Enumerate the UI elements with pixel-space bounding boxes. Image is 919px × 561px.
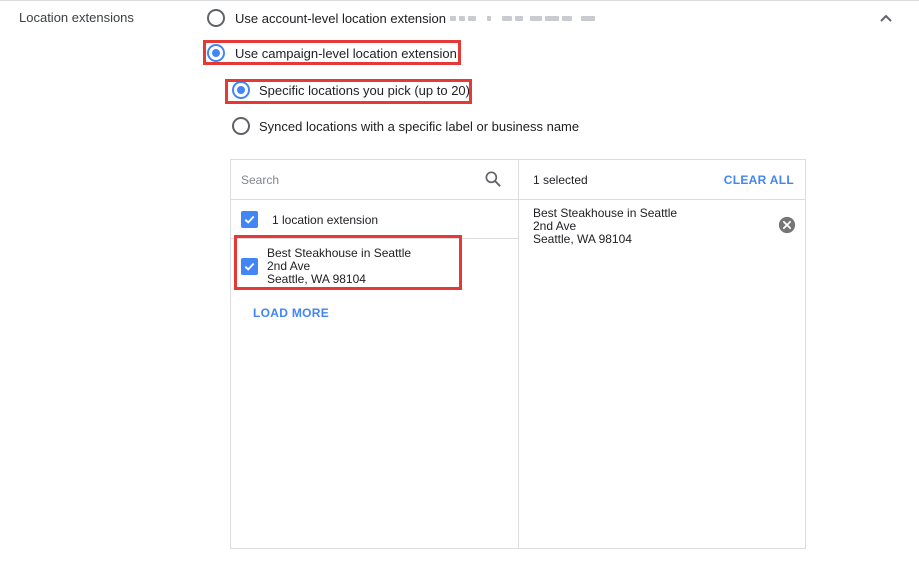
selected-location-city: Seattle, WA 98104 xyxy=(533,232,632,246)
account-level-label: Use account-level location extension xyxy=(235,10,447,26)
group-label: 1 location extension xyxy=(272,212,379,227)
chevron-up-icon xyxy=(880,14,892,22)
location-city: Seattle, WA 98104 xyxy=(267,271,366,286)
specific-locations-label: Specific locations you pick (up to 20) xyxy=(259,82,470,98)
selected-header: 1 selected CLEAR ALL xyxy=(519,160,805,200)
top-divider xyxy=(0,0,919,1)
campaign-level-option[interactable]: Use campaign-level location extension xyxy=(207,44,457,62)
radio-checked-icon[interactable] xyxy=(207,44,225,62)
radio-unchecked-icon[interactable] xyxy=(232,117,250,135)
remove-circle-icon[interactable] xyxy=(778,216,796,234)
search-input[interactable] xyxy=(241,170,471,190)
synced-locations-option[interactable]: Synced locations with a specific label o… xyxy=(232,117,579,135)
selected-location-item: Best Steakhouse in Seattle 2nd Ave Seatt… xyxy=(533,207,793,246)
search-bar xyxy=(231,160,518,200)
redacted-account-id xyxy=(450,15,596,21)
checkbox-checked-icon[interactable] xyxy=(241,211,258,228)
selected-count: 1 selected xyxy=(533,173,588,187)
search-icon[interactable] xyxy=(483,169,503,189)
location-address: Best Steakhouse in Seattle 2nd Ave Seatt… xyxy=(267,245,412,286)
location-name: Best Steakhouse in Seattle xyxy=(267,245,412,260)
load-more-button[interactable]: LOAD MORE xyxy=(253,306,329,320)
radio-checked-icon[interactable] xyxy=(232,81,250,99)
location-street: 2nd Ave xyxy=(267,258,311,273)
collapse-button[interactable] xyxy=(874,8,898,28)
section-label: Location extensions xyxy=(19,10,134,25)
location-picker: 1 location extension Best Steakhouse in … xyxy=(230,159,806,549)
location-list-item[interactable]: Best Steakhouse in Seattle 2nd Ave Seatt… xyxy=(231,240,518,292)
radio-unchecked-icon[interactable] xyxy=(207,9,225,27)
synced-locations-label: Synced locations with a specific label o… xyxy=(259,118,580,134)
clear-all-button[interactable]: CLEAR ALL xyxy=(724,173,794,187)
selected-locations-pane: 1 selected CLEAR ALL Best Steakhouse in … xyxy=(519,160,805,548)
campaign-level-label: Use campaign-level location extension xyxy=(235,45,457,61)
checkbox-checked-icon[interactable] xyxy=(241,257,258,275)
specific-locations-option[interactable]: Specific locations you pick (up to 20) xyxy=(232,81,470,99)
group-row[interactable]: 1 location extension xyxy=(231,201,518,239)
available-locations-pane: 1 location extension Best Steakhouse in … xyxy=(231,160,519,548)
account-level-option[interactable]: Use account-level location extension xyxy=(207,9,596,27)
